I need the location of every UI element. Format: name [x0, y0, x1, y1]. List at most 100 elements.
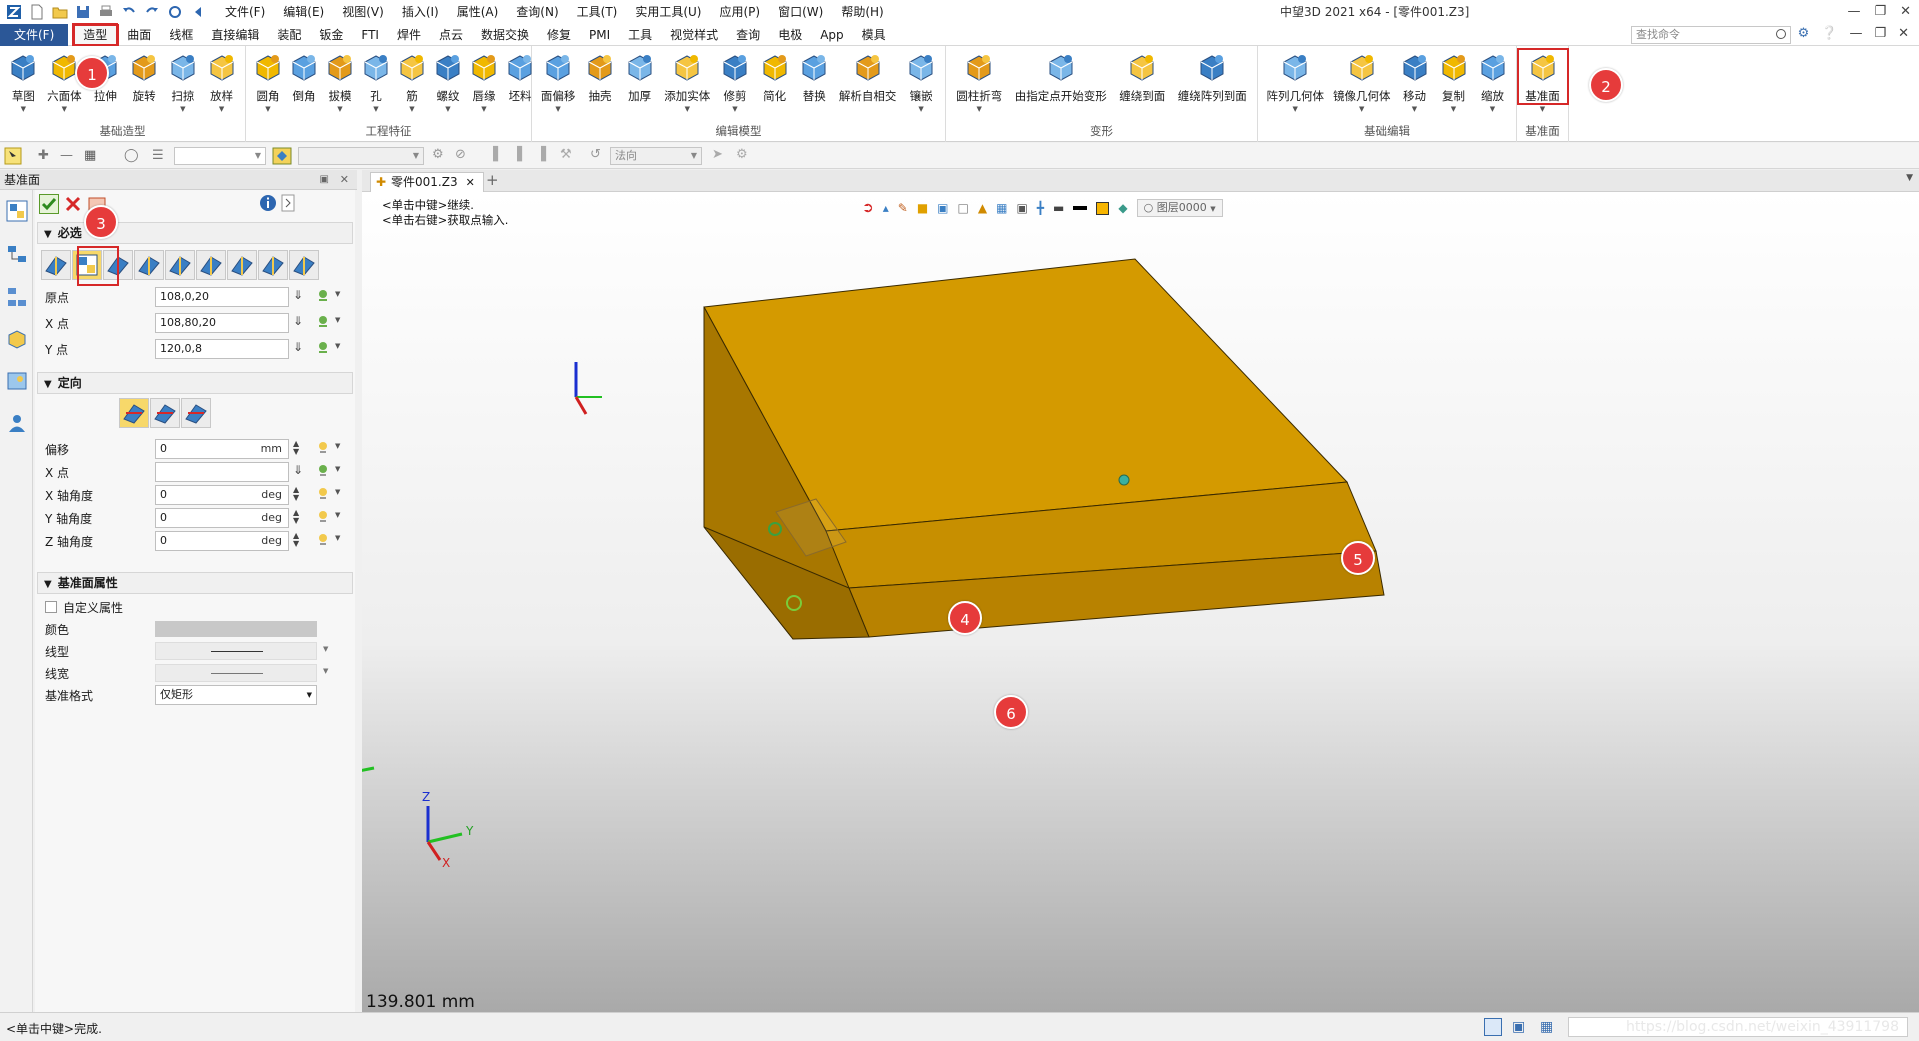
chevron-down-icon[interactable]: ▼ [335, 465, 340, 473]
status-panel-icon[interactable]: ▦ [1540, 1019, 1553, 1035]
chevron-down-icon[interactable]: ▼ [335, 511, 340, 519]
settings-icon[interactable]: ⚙ [1798, 26, 1810, 41]
point-pick-icon[interactable] [315, 288, 331, 304]
surface-tangent-icon[interactable] [289, 250, 319, 280]
ribbon-button-cylinder-bend[interactable]: 圆柱折弯 ▼ [953, 50, 1005, 124]
ribbon-button-self-intersect[interactable]: 解析自相交 [836, 50, 900, 124]
regenerate-icon[interactable] [167, 4, 183, 20]
spinner-icon[interactable]: ▲ ▼ [293, 509, 299, 525]
part-select-icon[interactable] [272, 147, 292, 165]
point-pick-icon[interactable] [315, 314, 331, 330]
ribbon-button-lip[interactable]: 唇缘 ▼ [466, 50, 502, 124]
chevron-down-icon[interactable]: ▼ [62, 105, 67, 113]
tab-weldment[interactable]: 焊件 [388, 25, 430, 45]
bulb-method-icon[interactable] [41, 250, 71, 280]
x-point-input[interactable]: 108,80,20 [155, 313, 289, 333]
double-chevron-icon[interactable]: ⇓ [293, 463, 303, 477]
close-icon[interactable]: ✕ [466, 176, 475, 189]
cursor-icon[interactable]: ➤ [712, 147, 723, 162]
tab-pointcloud[interactable]: 点云 [430, 25, 472, 45]
menu-help[interactable]: 帮助(H) [832, 0, 892, 24]
chevron-down-icon[interactable]: ▼ [1540, 105, 1545, 113]
ribbon-button-loft[interactable]: 放样 ▼ [204, 50, 240, 124]
chevron-down-icon[interactable]: ▼ [180, 105, 185, 113]
file-tab[interactable]: 文件(F) [0, 23, 69, 46]
chevron-down-icon[interactable]: ▼ [481, 105, 486, 113]
ribbon-button-wrap-pattern[interactable]: 缠绕阵列到面 [1175, 50, 1250, 124]
section-orientation[interactable]: ▼ 定向 [37, 372, 353, 394]
tab-visual-style[interactable]: 视觉样式 [661, 25, 727, 45]
bulb-pick-icon[interactable] [315, 440, 331, 456]
snap-minus-icon[interactable]: — [60, 148, 73, 163]
chevron-down-icon[interactable]: ▼ [1490, 105, 1495, 113]
ribbon-button-inlay[interactable]: 镶嵌 ▼ [903, 50, 939, 124]
orient-y-icon[interactable] [181, 398, 211, 428]
ribbon-button-revolve[interactable]: 旋转 [126, 50, 162, 124]
tab-fti[interactable]: FTI [352, 25, 388, 45]
3d-viewport[interactable]: <单击中键>继续. <单击右键>获取点输入. ➲ ▴ ✎ ■ ▣ □ ▲ ▦ ▣… [362, 192, 1919, 1012]
ribbon-button-mirror[interactable]: 镜像几何体 ▼ [1330, 50, 1394, 124]
menu-apps[interactable]: 应用(P) [711, 0, 770, 24]
document-tab[interactable]: ✚ 零件001.Z3 ✕ [370, 172, 484, 192]
chevron-down-icon[interactable]: ▼ [335, 316, 340, 324]
tab-tools[interactable]: 工具 [619, 25, 661, 45]
origin-input[interactable]: 108,0,20 [155, 287, 289, 307]
status-monitor-icon[interactable]: ▣ [1512, 1019, 1525, 1035]
tab-electrode[interactable]: 电极 [769, 25, 811, 45]
tab-query[interactable]: 查询 [727, 25, 769, 45]
menu-query[interactable]: 查询(N) [507, 0, 567, 24]
chevron-down-icon[interactable]: ▼ [918, 105, 923, 113]
bulb-pick-icon[interactable] [315, 532, 331, 548]
chevron-down-icon[interactable]: ▼ [555, 105, 560, 113]
axis-angle-icon[interactable] [165, 250, 195, 280]
open-folder-icon[interactable] [52, 4, 68, 20]
pick-point-x[interactable] [1118, 474, 1130, 486]
minimize-icon[interactable]: — [1847, 0, 1860, 24]
menu-insert[interactable]: 插入(I) [393, 0, 448, 24]
ok-check-icon[interactable] [39, 194, 59, 214]
tab-pmi[interactable]: PMI [580, 25, 619, 45]
chevron-down-icon[interactable]: ▼ [373, 105, 378, 113]
orientation-input[interactable] [155, 462, 289, 482]
ribbon-button-point-deform[interactable]: 由指定点开始变形 [1012, 50, 1110, 124]
spinner-icon[interactable]: ▲ ▼ [293, 486, 299, 502]
color-swatch[interactable] [155, 621, 317, 637]
filter-list-icon[interactable]: ☰ [152, 148, 164, 163]
snap-add-icon[interactable]: ✚ [38, 148, 49, 163]
snap-options-icon[interactable]: ⚙ [736, 147, 748, 162]
ribbon-button-fillet[interactable]: 圆角 ▼ [250, 50, 286, 124]
tab-sheetmetal[interactable]: 钣金 [310, 25, 352, 45]
normal-dropdown[interactable]: 法向 ▼ [610, 147, 702, 165]
ribbon-button-simplify[interactable]: 简化 [757, 50, 793, 124]
history-tree-icon[interactable] [6, 244, 28, 266]
ribbon-button-hole[interactable]: 孔 ▼ [358, 50, 394, 124]
ribbon-button-sketch[interactable]: 草图 ▼ [5, 50, 41, 124]
align-right-icon[interactable]: ▐ [536, 147, 546, 162]
tab-app[interactable]: App [811, 25, 852, 45]
command-search-input[interactable]: 查找命令 [1631, 26, 1791, 44]
orientation-input[interactable]: 0 deg [155, 485, 289, 505]
chevron-down-icon[interactable]: ▼ [1293, 105, 1298, 113]
ribbon-button-move[interactable]: 移动 ▼ [1397, 50, 1433, 124]
panel-restore-icon[interactable]: ❐ [1874, 26, 1886, 41]
bulb-pick-icon[interactable] [315, 486, 331, 502]
menu-attribute[interactable]: 属性(A) [448, 0, 508, 24]
menu-window[interactable]: 窗口(W) [769, 0, 832, 24]
tab-surface[interactable]: 曲面 [118, 25, 160, 45]
chevron-down-icon[interactable]: ▼ [323, 667, 328, 675]
point-pick-icon[interactable] [315, 463, 331, 479]
chevron-down-icon[interactable]: ▼ [1359, 105, 1364, 113]
chevron-down-icon[interactable]: ▼ [977, 105, 982, 113]
tab-repair[interactable]: 修复 [538, 25, 580, 45]
align-center-icon[interactable]: ▐ [512, 147, 522, 162]
ribbon-button-draft[interactable]: 拔模 ▼ [322, 50, 358, 124]
orientation-input[interactable]: 0 deg [155, 508, 289, 528]
chevron-down-icon[interactable]: ▼ [323, 645, 328, 653]
mode-dropdown[interactable]: ▼ [298, 147, 424, 165]
select-circle-icon[interactable]: ◯ [124, 148, 139, 163]
ribbon-button-wrap-face[interactable]: 缠绕到面 [1116, 50, 1168, 124]
chevron-down-icon[interactable]: ▼ [732, 105, 737, 113]
double-chevron-icon[interactable]: ⇓ [293, 340, 303, 354]
chevron-down-icon[interactable]: ▼ [21, 105, 26, 113]
chevron-down-icon[interactable]: ▼ [335, 442, 340, 450]
